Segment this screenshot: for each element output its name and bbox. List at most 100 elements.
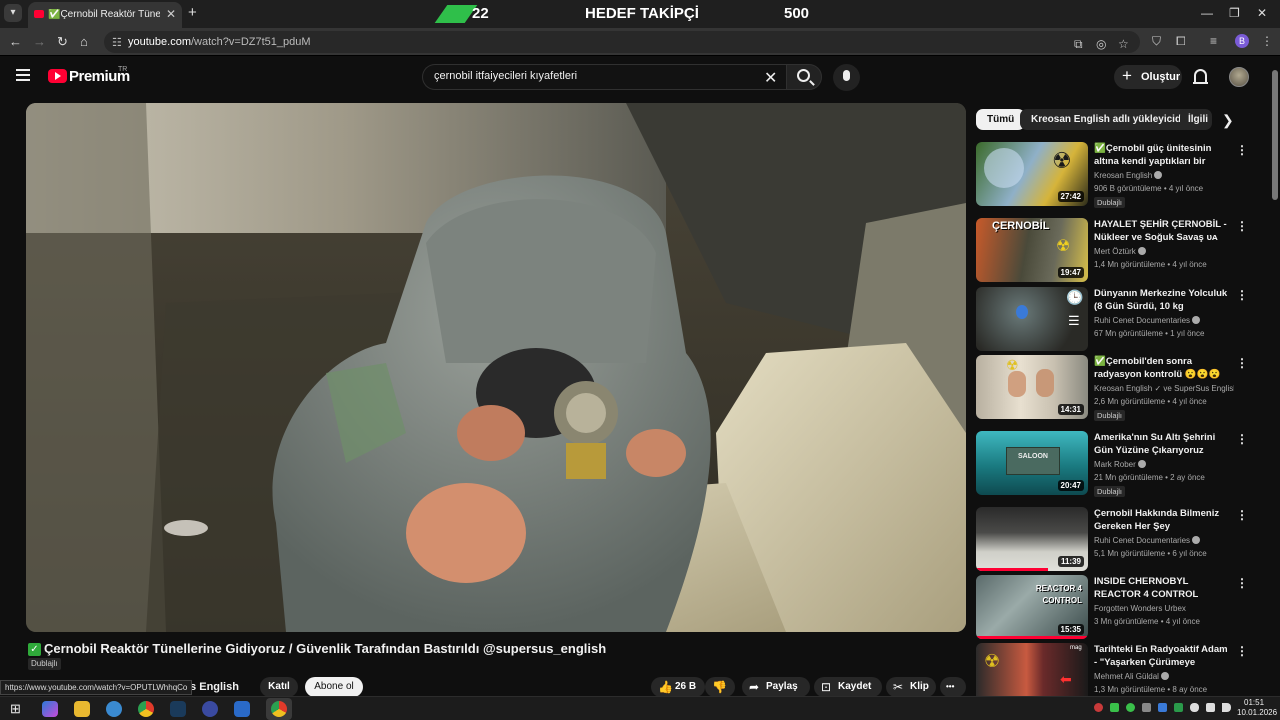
back-arrow-icon[interactable]: ← [9,34,22,49]
recommendation-channel: Kreosan English [1094,171,1234,180]
video-thumbnail[interactable]: 🕒 ☰ [976,287,1088,351]
chrome-icon[interactable] [138,701,154,717]
home-icon[interactable]: ⌂ [80,34,88,49]
tab-close-icon[interactable]: ✕ [166,7,176,21]
video-player[interactable] [26,103,966,632]
more-options-kebab-icon[interactable]: ⋮ [1236,644,1248,658]
recommendation-item[interactable]: 🕒 ☰ Dünyanın Merkezine Yolculuk (8 Gün S… [976,287,1250,351]
media-control-icon[interactable]: ≡ [1210,34,1217,48]
search-button[interactable] [786,64,822,90]
recommendation-item[interactable]: SALOON 20:47 Amerika'nın Su Altı Şehrini… [976,431,1250,497]
recommendation-channel: Mark Rober [1094,460,1234,469]
vscode-like-icon[interactable] [234,701,250,717]
verified-icon [1160,672,1169,680]
dislike-button[interactable]: 👎 [705,677,735,697]
video-thumbnail[interactable]: REACTOR 4 CONTROL 15:35 [976,575,1088,639]
install-app-icon[interactable]: ⧉ [1074,37,1083,52]
obs-icon[interactable] [202,701,218,717]
tray-app-icon[interactable] [1094,703,1103,712]
video-title-row: ✓ Çernobil Reaktör Tünellerine Gidiyoruz… [28,641,648,659]
microphone-tray-icon[interactable] [1190,703,1199,712]
clip-button[interactable]: ✂ Klip [886,677,936,697]
share-button[interactable]: ➦ Paylaş [742,677,810,697]
more-options-kebab-icon[interactable]: ⋮ [1236,219,1248,233]
video-thumbnail[interactable]: SALOON 20:47 [976,431,1088,495]
steam-icon[interactable] [170,701,186,717]
shield-extension-icon[interactable]: ⛉ [1152,34,1161,49]
browser-menu-kebab-icon[interactable]: ⋮ [1261,34,1273,48]
more-options-kebab-icon[interactable]: ⋮ [1236,288,1248,302]
microphone-icon [843,70,850,81]
chrome-profile-icon[interactable] [271,701,287,717]
copilot-icon[interactable] [42,701,58,717]
restore-icon[interactable]: ❐ [1229,6,1240,20]
youtube-logo-icon[interactable] [48,69,67,83]
join-button[interactable]: Katıl [260,677,298,697]
recommendation-item[interactable]: ÇERNOBİL ☢ 19:47 HAYALET ŞEHİR ÇERNOBİL … [976,218,1250,282]
search-input[interactable] [434,70,754,82]
browser-tab-active[interactable]: ✅Çernobil Reaktör Tünellerine Gidiyoruz … [28,2,182,28]
more-options-kebab-icon[interactable]: ⋮ [1236,576,1248,590]
recommendation-channel: Forgotten Wonders Urbex [1094,604,1186,613]
tray-app-icon[interactable] [1126,703,1135,712]
reload-icon[interactable]: ↻ [57,34,68,50]
voice-search-button[interactable] [833,64,860,91]
more-actions-button[interactable]: ••• [940,677,966,697]
eye-off-icon[interactable]: ◎ [1096,37,1106,51]
page-scrollbar[interactable] [1272,70,1278,200]
notifications-bell-icon[interactable] [1193,69,1208,84]
chevron-right-icon[interactable]: ❯ [1222,112,1234,129]
like-button[interactable]: 👍 26 B [651,677,705,697]
discord-like-app-icon[interactable] [106,701,122,717]
new-tab-button[interactable]: + [188,4,197,21]
more-options-kebab-icon[interactable]: ⋮ [1236,143,1248,157]
minimize-icon[interactable]: — [1201,6,1213,20]
save-button[interactable]: ⊡ Kaydet [814,677,882,697]
subscribe-button[interactable]: Abone ol [305,677,363,697]
search-box[interactable]: ✕ [422,64,786,90]
tray-app-icon[interactable] [1158,703,1167,712]
video-thumbnail[interactable]: 11:39 [976,507,1088,571]
chip-all[interactable]: Tümü [976,109,1026,130]
browser-profile-avatar[interactable]: B [1235,34,1249,48]
more-options-kebab-icon[interactable]: ⋮ [1236,508,1248,522]
add-to-queue-icon[interactable]: ☰ [1068,313,1080,329]
video-thumbnail[interactable]: ☢ mag ⬅ [976,643,1088,696]
file-explorer-icon[interactable] [74,701,90,717]
recommendation-item[interactable]: 11:39 Çernobil Hakkında Bilmeniz Gereken… [976,507,1250,571]
tray-app-icon[interactable] [1142,703,1151,712]
overlay-goal-target: 500 [784,5,810,22]
network-icon[interactable] [1206,703,1215,712]
site-info-icon[interactable]: ☷ [112,36,122,49]
url-field[interactable]: ☷ youtube.com/watch?v=DZ7t51_pduM ⧉ ◎ ☆ [104,31,1140,53]
recommendation-item[interactable]: REACTOR 4 CONTROL 15:35 INSIDE CHERNOBYL … [976,575,1250,639]
forward-arrow-icon[interactable]: → [33,34,46,49]
create-button[interactable]: + Oluştur [1114,65,1182,89]
chip-from-uploader[interactable]: Kreosan English adlı yükleyiciden [1020,109,1204,130]
more-options-kebab-icon[interactable]: ⋮ [1236,432,1248,446]
recommendation-item[interactable]: ☢ 14:31 ✅Çernobil'den sonra radyasyon ko… [976,355,1250,421]
bookmark-star-icon[interactable]: ☆ [1118,37,1129,51]
recommendation-meta: 67 Mn görüntüleme • 1 yıl önce [1094,329,1205,338]
clock-time[interactable]: 01:51 [1244,698,1264,707]
recommendation-item[interactable]: ☢ 27:42 ✅Çernobil güç ünitesinin altına … [976,142,1250,208]
video-thumbnail[interactable]: ☢ 14:31 [976,355,1088,419]
more-options-kebab-icon[interactable]: ⋮ [1236,356,1248,370]
volume-icon[interactable] [1222,703,1231,712]
share-arrow-icon: ➦ [749,680,760,694]
video-thumbnail[interactable]: ÇERNOBİL ☢ 19:47 [976,218,1088,282]
clear-search-icon[interactable]: ✕ [764,68,777,88]
video-thumbnail[interactable]: ☢ 27:42 [976,142,1088,206]
tab-list-chevron-icon[interactable]: ▾ [4,4,22,22]
windows-start-icon[interactable]: ⊞ [10,701,26,717]
extensions-puzzle-icon[interactable]: ⧠ [1176,34,1186,49]
watch-later-clock-icon[interactable]: 🕒 [1066,289,1083,306]
recommendation-item[interactable]: ☢ mag ⬅ Tarihteki En Radyoaktif Adam - "… [976,643,1250,696]
clock-date[interactable]: 10.01.2026 [1237,708,1277,717]
hamburger-menu-icon[interactable] [16,69,30,81]
chip-related[interactable]: İlgili [1180,109,1212,130]
tray-app-icon[interactable] [1174,703,1183,712]
account-avatar[interactable] [1229,67,1249,87]
window-close-icon[interactable]: ✕ [1257,6,1267,20]
tray-app-icon[interactable] [1110,703,1119,712]
